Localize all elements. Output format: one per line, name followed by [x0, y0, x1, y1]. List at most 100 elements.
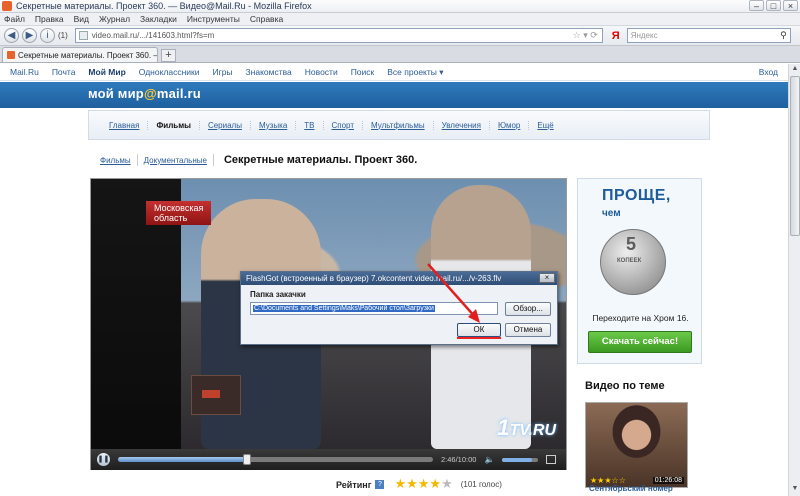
- scroll-up-icon[interactable]: ▲: [790, 65, 800, 75]
- related-video-thumbnail[interactable]: ★★★☆☆ 01:26:08: [585, 402, 688, 488]
- dialog-title: FlashGot (встроенный в браузер) 7.okcont…: [246, 274, 502, 283]
- menu-history[interactable]: Журнал: [99, 14, 130, 24]
- time-display: 2:46/10:00: [441, 455, 477, 464]
- related-video-title[interactable]: Сентябрьский номер: [589, 484, 673, 493]
- breadcrumb-separator: [212, 154, 214, 166]
- login-link[interactable]: Вход: [759, 67, 778, 77]
- cancel-button[interactable]: Отмена: [505, 323, 551, 337]
- category-more[interactable]: Ещё: [529, 121, 561, 130]
- portal-link-my-world[interactable]: Мой Мир: [88, 67, 125, 77]
- portal-link-news[interactable]: Новости: [305, 67, 338, 77]
- site-header: мой мир@mail.ru: [0, 82, 788, 108]
- rating-stars[interactable]: ★★★★★: [394, 476, 453, 491]
- download-now-button[interactable]: Скачать сейчас!: [588, 331, 692, 353]
- mailru-favicon-icon: [7, 51, 15, 59]
- bookmark-star-icon[interactable]: ☆ ▾ ⟳: [573, 30, 598, 41]
- new-tab-button[interactable]: +: [161, 49, 176, 62]
- minimize-button[interactable]: –: [749, 0, 764, 11]
- rating-label: Рейтинг: [336, 479, 372, 490]
- seek-handle[interactable]: [243, 454, 252, 465]
- window-title: Секретные материалы. Проект 360. — Видео…: [16, 1, 312, 11]
- window-titlebar: Секретные материалы. Проект 360. — Видео…: [0, 0, 800, 13]
- category-cartoons[interactable]: Мультфильмы: [363, 120, 434, 130]
- category-music[interactable]: Музыка: [251, 120, 297, 130]
- page-title: Секретные материалы. Проект 360.: [223, 154, 418, 166]
- firefox-icon: [2, 1, 12, 11]
- breadcrumb-films[interactable]: Фильмы: [100, 156, 131, 165]
- fullscreen-icon[interactable]: [546, 455, 557, 464]
- tab-label: Секретные материалы. Проект 360. — Ви...: [18, 50, 157, 60]
- rating-star[interactable]: ★: [441, 476, 453, 491]
- category-series[interactable]: Сериалы: [200, 120, 251, 130]
- channel-watermark: 1TV.RU: [497, 415, 556, 441]
- breadcrumb-documentary[interactable]: Документальные: [144, 156, 207, 165]
- portal-link-odnoklassniki[interactable]: Одноклассники: [139, 67, 200, 77]
- search-icon[interactable]: ⚲: [780, 30, 787, 41]
- portal-link-dating[interactable]: Знакомства: [246, 67, 292, 77]
- menu-help[interactable]: Справка: [250, 14, 283, 24]
- category-humor[interactable]: Юмор: [490, 120, 530, 130]
- category-sport[interactable]: Спорт: [324, 120, 363, 130]
- maximize-button[interactable]: □: [766, 0, 781, 11]
- logo-at: @: [143, 86, 157, 101]
- site-logo[interactable]: мой мир@mail.ru: [88, 86, 201, 101]
- menu-tools[interactable]: Инструменты: [187, 14, 240, 24]
- breadcrumb-separator: [136, 154, 138, 166]
- ad-subline: чем: [602, 208, 621, 219]
- portal-link-search[interactable]: Поиск: [351, 67, 375, 77]
- volume-slider[interactable]: [502, 457, 539, 462]
- seek-progress: [118, 457, 248, 462]
- rating-votes: (101 голос): [460, 480, 502, 489]
- player-controls: ❚❚ 2:46/10:00 🔈: [91, 449, 566, 470]
- rating-star[interactable]: ★: [406, 476, 418, 491]
- rating-star[interactable]: ★: [429, 476, 441, 491]
- back-button[interactable]: ◀: [4, 28, 19, 43]
- menu-edit[interactable]: Правка: [35, 14, 64, 24]
- browse-button[interactable]: Обзор...: [505, 302, 551, 316]
- rating-star[interactable]: ★: [418, 476, 430, 491]
- close-window-button[interactable]: ×: [783, 0, 798, 11]
- pause-button[interactable]: ❚❚: [97, 453, 110, 466]
- category-films[interactable]: Фильмы: [148, 120, 200, 130]
- channel-watermark-num: 1: [497, 415, 510, 440]
- menu-view[interactable]: Вид: [74, 14, 89, 24]
- rating-star[interactable]: ★: [394, 476, 406, 491]
- logo-text: мой мир: [88, 86, 144, 101]
- menu-file[interactable]: Файл: [4, 14, 25, 24]
- scrollbar-thumb[interactable]: [790, 76, 800, 236]
- volume-icon[interactable]: 🔈: [484, 455, 494, 464]
- breadcrumb: Фильмы Документальные Секретные материал…: [100, 154, 417, 166]
- portal-link-mailru[interactable]: Mail.Ru: [10, 67, 39, 77]
- tab-active[interactable]: Секретные материалы. Проект 360. — Ви...…: [2, 47, 158, 62]
- dialog-close-button[interactable]: ×: [539, 273, 555, 283]
- chrome-ad-banner[interactable]: ПРОЩЕ, чем 5 КОПЕЕК Переходите на Хром 1…: [577, 178, 702, 364]
- dialog-titlebar: FlashGot (встроенный в браузер) 7.okcont…: [241, 272, 557, 285]
- scroll-down-icon[interactable]: ▼: [790, 485, 800, 495]
- ok-button[interactable]: ОК: [457, 323, 501, 337]
- history-count: (1): [58, 31, 68, 40]
- url-text: video.mail.ru/.../141603.html?fs=m: [91, 31, 215, 40]
- menu-bookmarks[interactable]: Закладки: [140, 14, 177, 24]
- tab-strip: Секретные материалы. Проект 360. — Ви...…: [0, 46, 800, 63]
- ad-headline: ПРОЩЕ,: [602, 187, 671, 204]
- thumb-duration: 01:26:08: [652, 477, 684, 484]
- portal-link-all-projects[interactable]: Все проекты ▾: [387, 67, 443, 78]
- url-bar[interactable]: video.mail.ru/.../141603.html?fs=m ☆ ▾ ⟳: [74, 28, 603, 43]
- vertical-scrollbar[interactable]: ▲ ▼: [788, 64, 800, 496]
- portal-link-mail[interactable]: Почта: [52, 67, 76, 77]
- page-info-icon[interactable]: i: [40, 28, 55, 43]
- category-hobbies[interactable]: Увлечения: [434, 120, 490, 130]
- rating-help-icon[interactable]: ?: [375, 480, 385, 489]
- location-caption: Московская область: [146, 201, 212, 225]
- category-main[interactable]: Главная: [101, 120, 149, 130]
- seek-bar[interactable]: [118, 454, 433, 465]
- category-tv[interactable]: ТВ: [296, 120, 324, 130]
- navigation-toolbar: ◀ ▶ i (1) video.mail.ru/.../141603.html?…: [0, 26, 800, 46]
- portal-link-games[interactable]: Игры: [213, 67, 233, 77]
- forward-button[interactable]: ▶: [22, 28, 37, 43]
- search-input[interactable]: Яндекс ⚲: [626, 28, 791, 43]
- yandex-icon[interactable]: Я: [612, 30, 620, 42]
- rating-widget: Рейтинг ? ★★★★★ (101 голос): [336, 476, 502, 491]
- download-folder-input[interactable]: C:\Documents and Settings\Maks\Рабочий с…: [250, 302, 498, 315]
- window-controls: – □ ×: [749, 0, 798, 11]
